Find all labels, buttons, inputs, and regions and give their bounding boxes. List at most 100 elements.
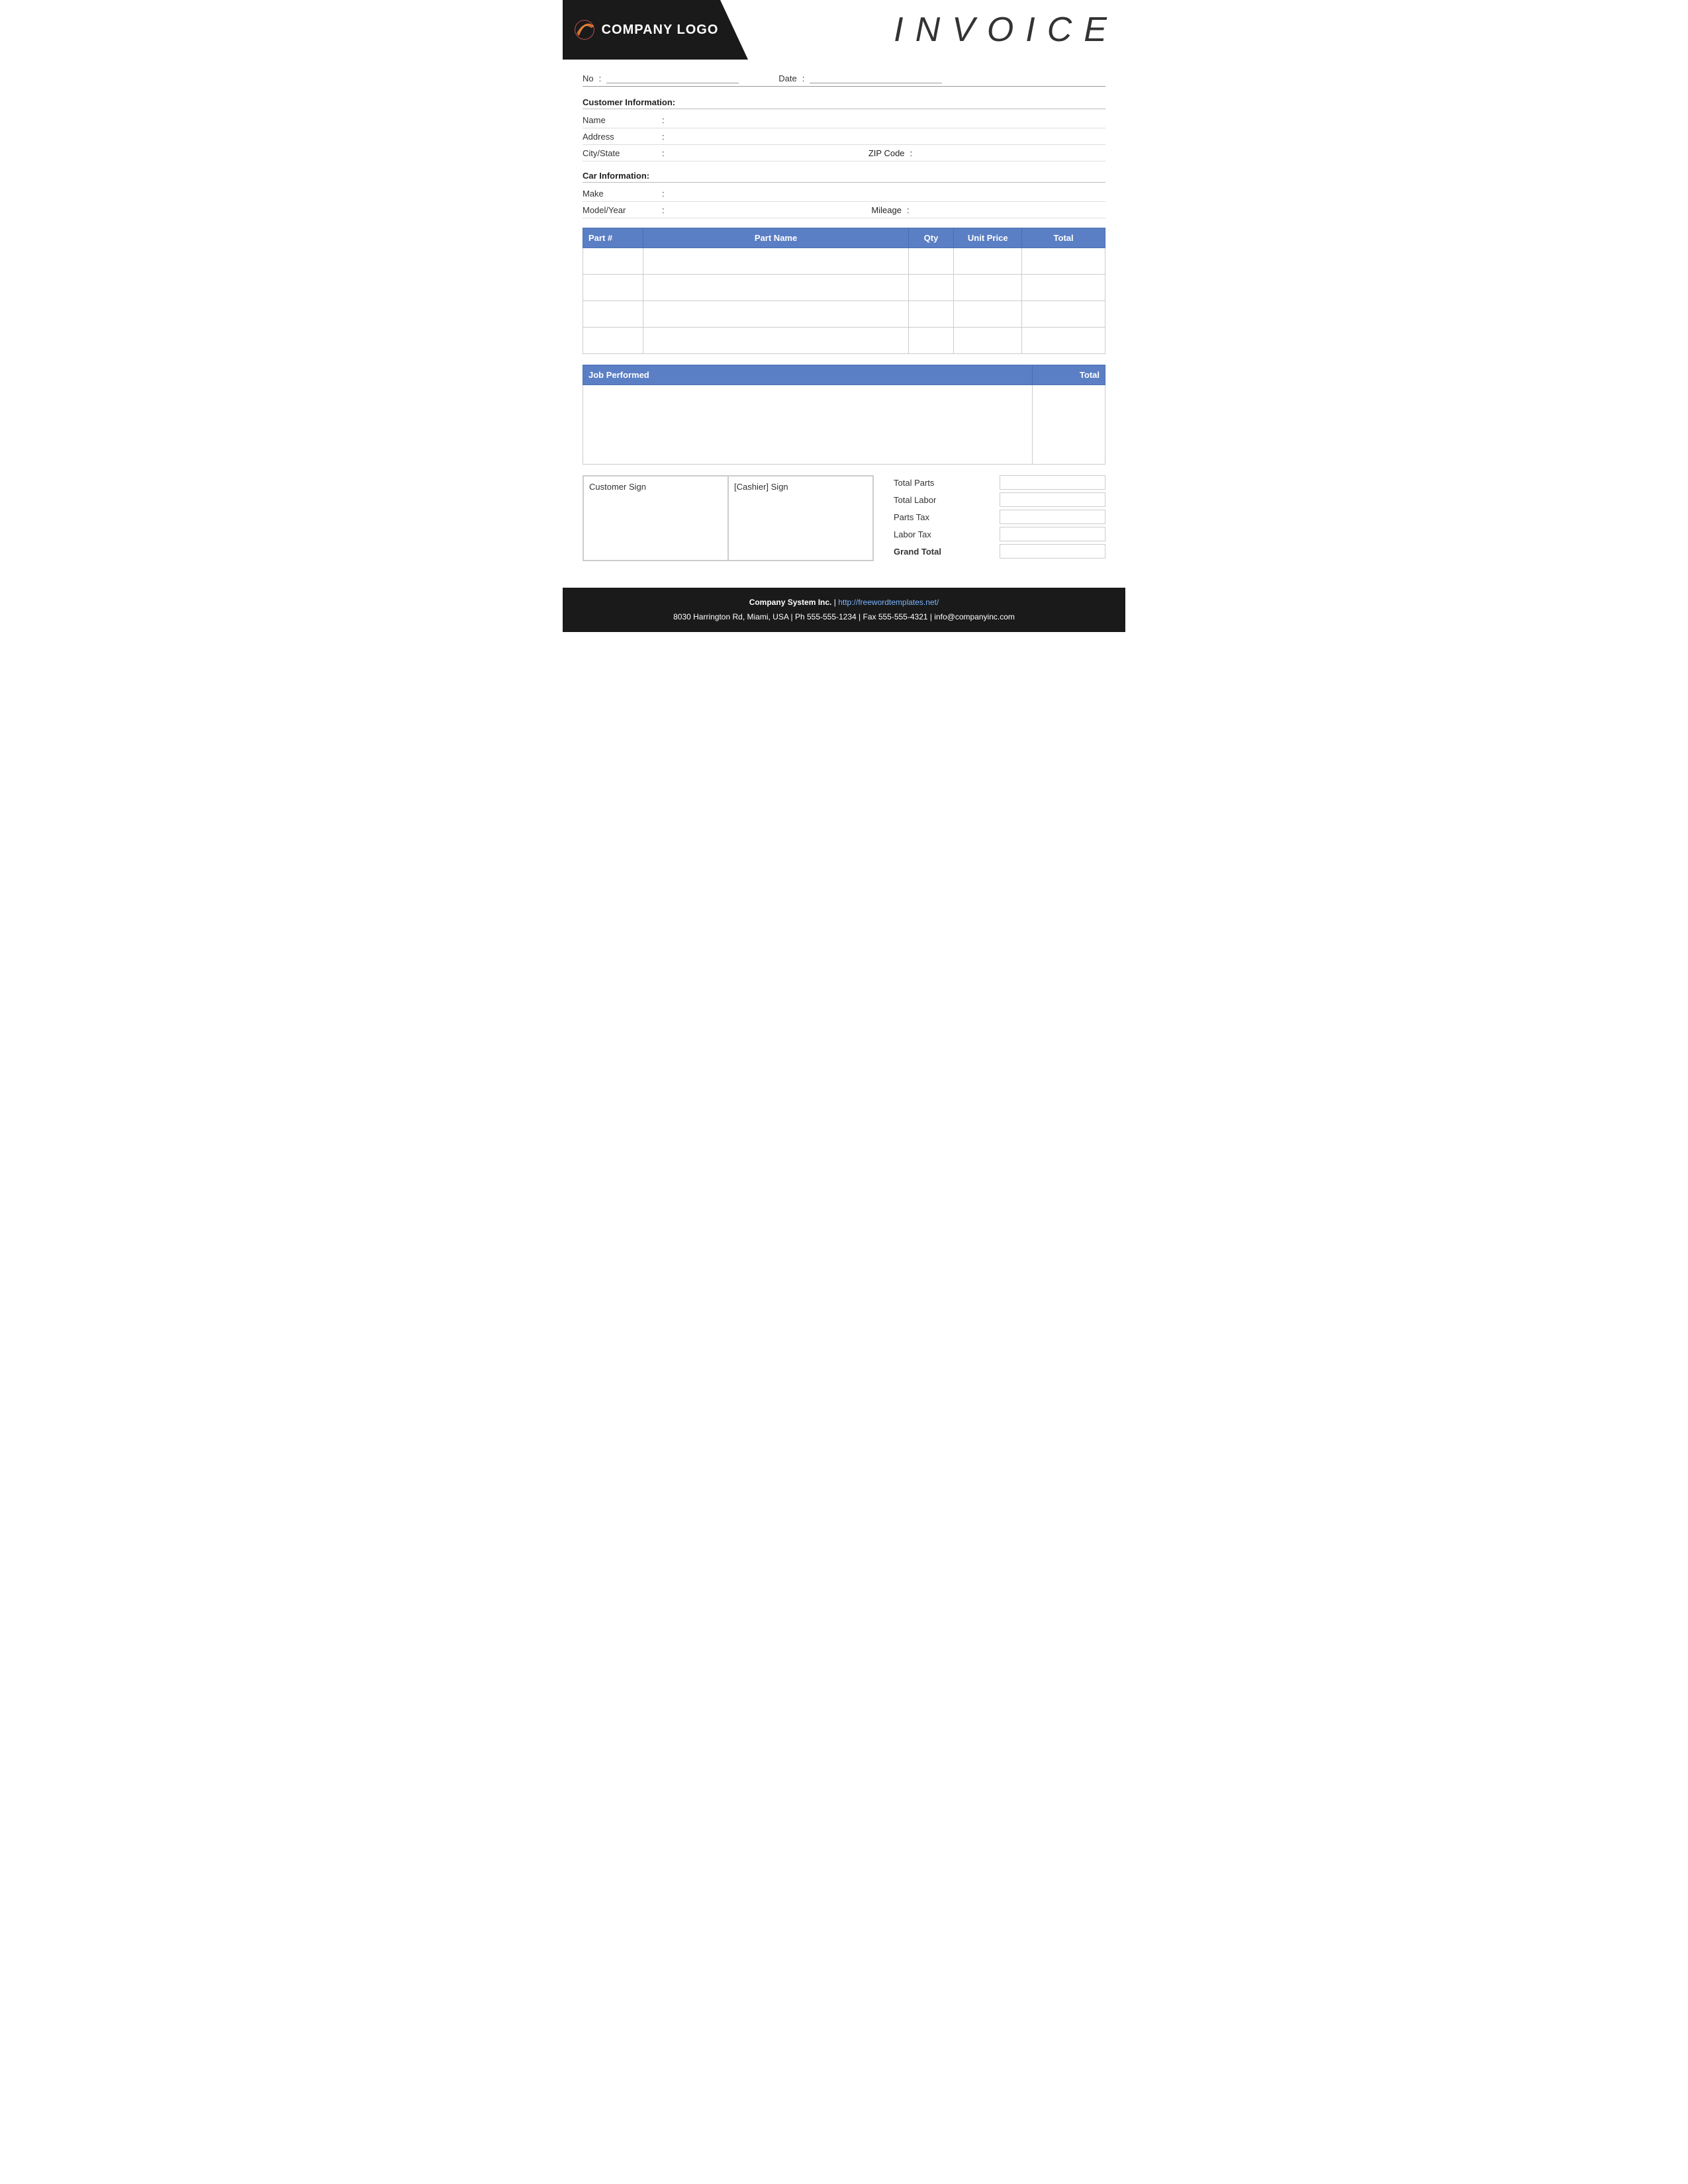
part-name	[643, 275, 908, 301]
logo-text: COMPANY LOGO	[602, 23, 719, 38]
parts-col-name: Part Name	[643, 228, 908, 248]
name-value	[675, 114, 1105, 126]
modelyear-value	[675, 204, 866, 216]
mileage-label: Mileage	[871, 205, 902, 215]
jobs-table: Job Performed Total	[583, 365, 1105, 465]
zipcode-colon: :	[910, 148, 913, 158]
parts-tax-value	[1000, 510, 1105, 524]
logo-section: COMPANY LOGO	[563, 0, 748, 60]
citystate-label: City/State	[583, 148, 662, 158]
footer-company: Company System Inc.	[749, 598, 832, 607]
make-colon: :	[662, 189, 675, 199]
footer: Company System Inc. | http://freewordtem…	[563, 588, 1125, 632]
total-labor-label: Total Labor	[894, 495, 960, 505]
cashier-sign-label: [Cashier] Sign	[734, 482, 867, 492]
parts-tax-label: Parts Tax	[894, 512, 960, 522]
no-colon: :	[599, 73, 602, 83]
signatures-container: Customer Sign [Cashier] Sign	[583, 475, 874, 561]
no-value-line	[606, 73, 739, 83]
grand-total-label: Grand Total	[894, 547, 960, 557]
invoice-title: INVOICE	[894, 10, 1119, 50]
table-row	[583, 328, 1105, 354]
part-num	[583, 248, 643, 275]
address-colon: :	[662, 132, 675, 142]
parts-tax-row: Parts Tax	[894, 510, 1105, 524]
total-parts-row: Total Parts	[894, 475, 1105, 490]
part-total	[1022, 275, 1105, 301]
table-row	[583, 248, 1105, 275]
grand-total-row: Grand Total	[894, 544, 1105, 559]
total-labor-value	[1000, 492, 1105, 507]
logo-icon	[573, 18, 596, 42]
total-labor-row: Total Labor	[894, 492, 1105, 507]
part-num	[583, 328, 643, 354]
make-label: Make	[583, 189, 662, 199]
job-description	[583, 385, 1033, 465]
logo-container: COMPANY LOGO	[573, 18, 719, 42]
part-total	[1022, 301, 1105, 328]
parts-col-qty: Qty	[908, 228, 954, 248]
labor-tax-label: Labor Tax	[894, 529, 960, 539]
customer-info-section: Customer Information: Name : Address : C…	[583, 97, 1105, 161]
car-info-title: Car Information:	[583, 171, 1105, 183]
part-total	[1022, 328, 1105, 354]
table-row	[583, 301, 1105, 328]
total-parts-value	[1000, 475, 1105, 490]
parts-col-part: Part #	[583, 228, 643, 248]
modelyear-colon: :	[662, 205, 675, 215]
mileage-colon: :	[907, 205, 910, 215]
customer-address-row: Address :	[583, 128, 1105, 145]
bottom-section: Customer Sign [Cashier] Sign Total Parts…	[583, 475, 1105, 561]
customer-name-row: Name :	[583, 112, 1105, 128]
jobs-col-job: Job Performed	[583, 365, 1033, 385]
part-qty	[908, 328, 954, 354]
name-colon: :	[662, 115, 675, 125]
date-colon: :	[802, 73, 805, 83]
car-info-section: Car Information: Make : Model/Year : Mil…	[583, 171, 1105, 218]
invoice-no: No :	[583, 73, 739, 83]
footer-line1: Company System Inc. | http://freewordtem…	[576, 596, 1112, 610]
table-row	[583, 385, 1105, 465]
citystate-value	[675, 147, 863, 159]
citystate-colon: :	[662, 148, 675, 158]
parts-col-price: Unit Price	[954, 228, 1022, 248]
modelyear-label: Model/Year	[583, 205, 662, 215]
part-name	[643, 328, 908, 354]
make-value	[675, 187, 1105, 199]
totals-section: Total Parts Total Labor Parts Tax Labor …	[894, 475, 1105, 561]
part-price	[954, 328, 1022, 354]
customer-sign-label: Customer Sign	[589, 482, 722, 492]
date-label: Date	[778, 73, 796, 83]
car-modelyear-row: Model/Year : Mileage :	[583, 202, 1105, 218]
footer-line2: 8030 Harrington Rd, Miami, USA | Ph 555-…	[576, 610, 1112, 625]
address-value	[675, 130, 1105, 142]
labor-tax-value	[1000, 527, 1105, 541]
mileage-value	[915, 204, 1105, 216]
invoice-meta: No : Date :	[583, 73, 1105, 87]
invoice-title-section: INVOICE	[748, 0, 1125, 60]
parts-col-total: Total	[1022, 228, 1105, 248]
part-price	[954, 301, 1022, 328]
part-name	[643, 301, 908, 328]
footer-website[interactable]: http://freewordtemplates.net/	[838, 598, 939, 607]
parts-table: Part # Part Name Qty Unit Price Total	[583, 228, 1105, 354]
zipcode-label: ZIP Code	[868, 148, 905, 158]
customer-citystate-row: City/State : ZIP Code :	[583, 145, 1105, 161]
part-num	[583, 301, 643, 328]
customer-sign-box: Customer Sign	[583, 476, 728, 561]
zipcode-value	[917, 147, 1105, 159]
invoice-date: Date :	[778, 73, 942, 83]
jobs-col-total: Total	[1033, 365, 1105, 385]
header: COMPANY LOGO INVOICE	[563, 0, 1125, 60]
total-parts-label: Total Parts	[894, 478, 960, 488]
part-price	[954, 275, 1022, 301]
part-qty	[908, 248, 954, 275]
part-qty	[908, 275, 954, 301]
date-value-line	[810, 73, 942, 83]
part-name	[643, 248, 908, 275]
name-label: Name	[583, 115, 662, 125]
address-label: Address	[583, 132, 662, 142]
cashier-sign-box: [Cashier] Sign	[728, 476, 873, 561]
car-make-row: Make :	[583, 185, 1105, 202]
part-price	[954, 248, 1022, 275]
